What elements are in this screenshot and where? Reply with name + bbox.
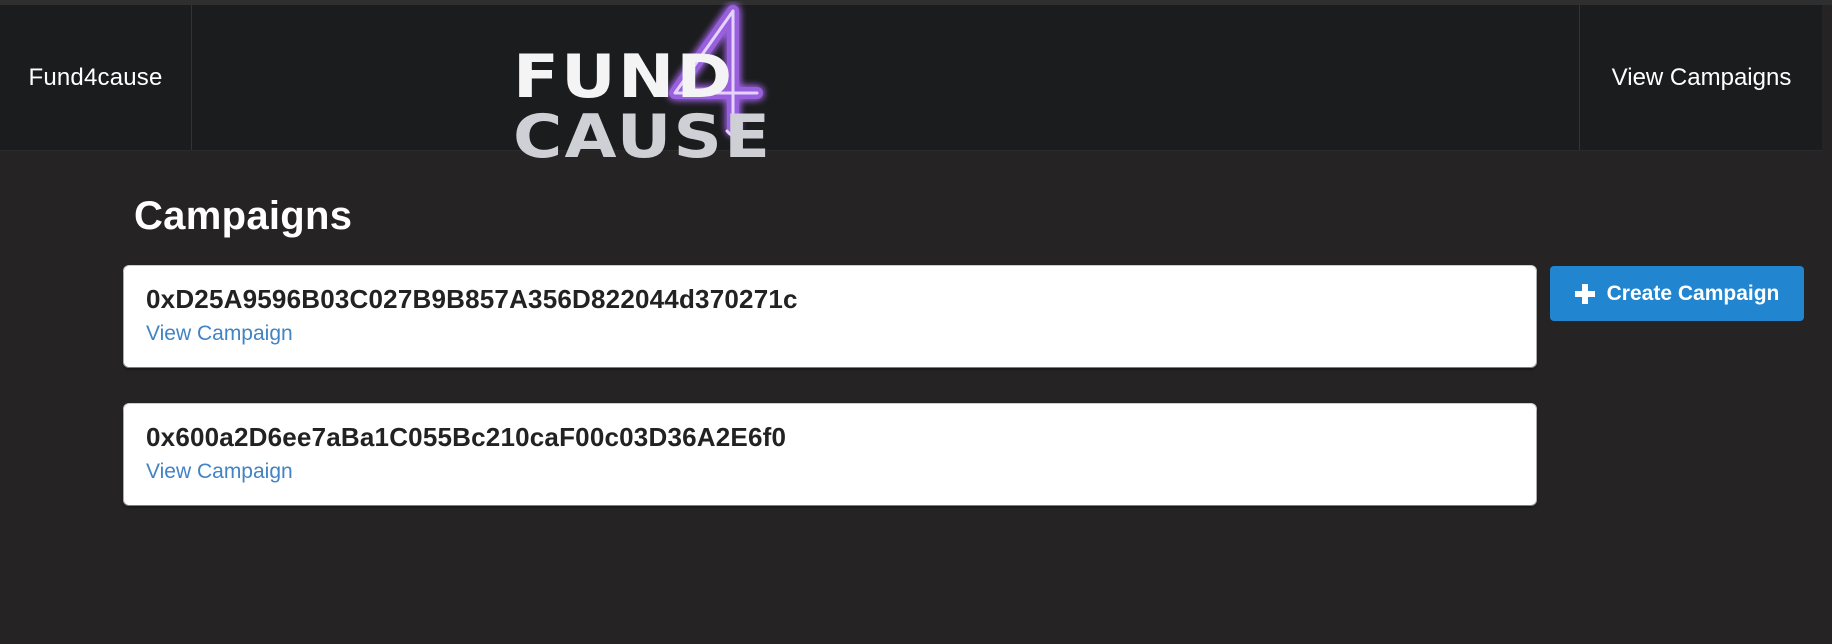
plus-icon <box>1574 283 1595 304</box>
view-campaign-link[interactable]: View Campaign <box>146 460 293 484</box>
nav-brand-label: Fund4cause <box>28 63 163 91</box>
campaign-card: 0x600a2D6ee7aBa1C055Bc210caF00c03D36A2E6… <box>124 404 1536 505</box>
campaign-address: 0x600a2D6ee7aBa1C055Bc210caF00c03D36A2E6… <box>146 422 787 452</box>
fund4cause-logo: FUNDCAUSE <box>505 5 965 167</box>
nav-view-campaigns-link[interactable]: View Campaigns <box>1579 5 1823 150</box>
view-campaign-link[interactable]: View Campaign <box>146 322 293 346</box>
campaign-address: 0xD25A9596B03C027B9B857A356D822044d37027… <box>146 284 798 314</box>
logo-wordmark: FUNDCAUSE <box>513 47 1019 167</box>
create-campaign-button[interactable]: Create Campaign <box>1550 266 1804 321</box>
top-navbar: Fund4cause FUNDCAUSE View Campaigns <box>0 5 1823 167</box>
nav-brand-link[interactable]: Fund4cause <box>0 5 192 150</box>
nav-view-campaigns-label: View Campaigns <box>1611 63 1792 91</box>
main-content: Campaigns 0xD25A9596B03C027B9B857A356D82… <box>0 150 1832 644</box>
campaign-card: 0xD25A9596B03C027B9B857A356D822044d37027… <box>124 266 1536 367</box>
page-title: Campaigns <box>134 194 353 238</box>
create-campaign-label: Create Campaign <box>1606 281 1780 305</box>
